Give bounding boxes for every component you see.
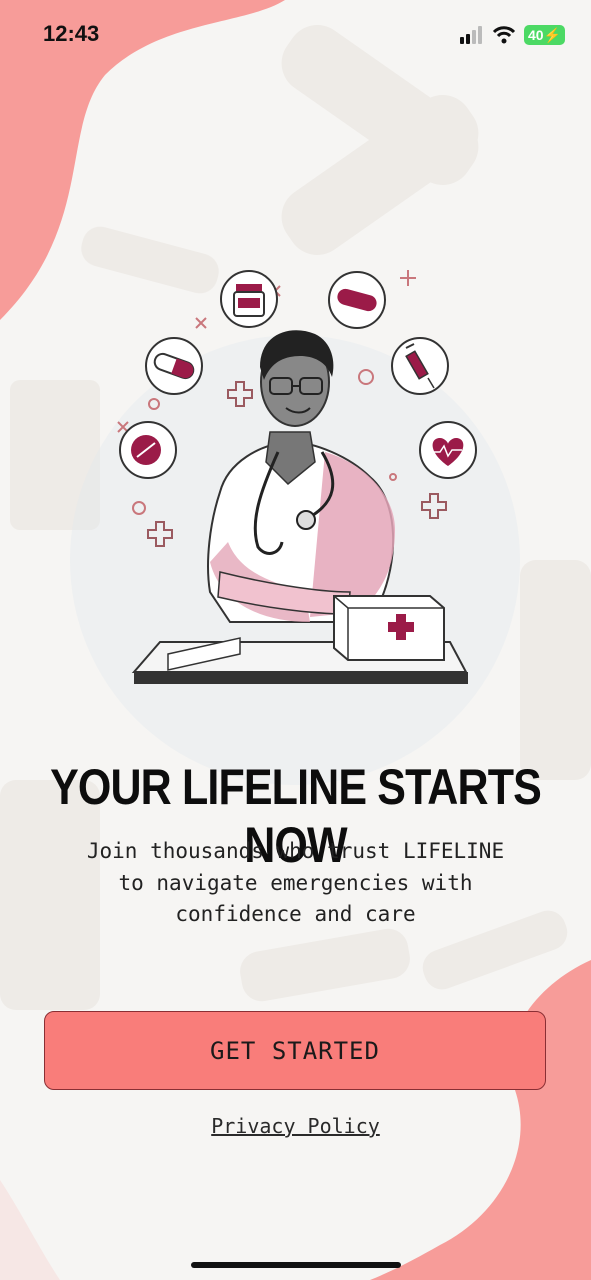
tablet-icon (119, 421, 177, 479)
doctor-figure (207, 330, 396, 623)
subtitle: Join thousands who trust LIFELINE to nav… (86, 839, 505, 926)
status-bar: 12:43 40 ⚡ (0, 0, 591, 72)
charging-bolt-icon: ⚡ (543, 26, 561, 43)
first-aid-kit-icon (333, 595, 445, 661)
get-started-label: GET STARTED (210, 1036, 380, 1065)
capsule-icon (145, 337, 203, 395)
battery-level: 40 (527, 27, 544, 43)
get-started-button[interactable]: GET STARTED (44, 1011, 546, 1090)
home-indicator (191, 1262, 401, 1268)
pill-bottle-icon (220, 270, 278, 328)
heart-pulse-icon (419, 421, 477, 479)
privacy-policy-link[interactable]: Privacy Policy (0, 1114, 591, 1138)
wifi-icon (492, 26, 516, 44)
cellular-signal-icon (459, 26, 482, 44)
syringe-icon (391, 337, 449, 395)
status-time: 12:43 (43, 21, 100, 46)
status-icons: 40 ⚡ (459, 25, 565, 45)
doctor-illustration (117, 270, 477, 684)
battery-indicator: 40 ⚡ (523, 25, 565, 45)
bandage-icon (328, 271, 386, 329)
